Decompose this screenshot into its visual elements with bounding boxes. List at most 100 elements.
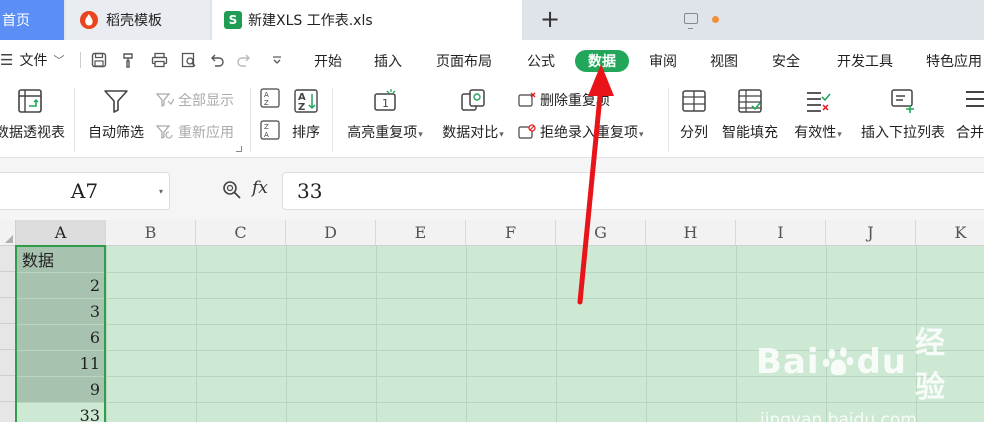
column-header-j[interactable]: J xyxy=(826,220,916,246)
menu-item-special-apps[interactable]: 特色应用 xyxy=(926,50,984,72)
split-column-icon xyxy=(682,90,706,112)
row-header[interactable] xyxy=(0,246,16,272)
tab-spreadsheet-file[interactable]: S 新建XLS 工作表.xls xyxy=(212,0,719,40)
funnel-icon xyxy=(104,90,128,113)
spreadsheet-grid[interactable]: A B C D E F G H I J K 数据 2 3 6 11 9 33 xyxy=(0,220,984,422)
save-icon[interactable] xyxy=(90,51,108,69)
fx-icon[interactable]: fx xyxy=(252,178,268,198)
menu-item-start[interactable]: 开始 xyxy=(306,50,350,72)
menu-item-review[interactable]: 审阅 xyxy=(642,50,684,72)
merge-calculation-button[interactable]: 合并 xyxy=(956,88,984,142)
menu-item-developer[interactable]: 开发工具 xyxy=(830,50,900,72)
grid-line xyxy=(16,402,984,403)
sort-icon: AZ xyxy=(294,89,318,113)
highlight-duplicates-icon: 1 xyxy=(374,89,396,111)
formula-input[interactable]: 33 xyxy=(282,172,984,210)
name-box-dropdown-icon[interactable]: ▾ xyxy=(159,187,163,196)
delete-duplicates-button[interactable]: 删除重复项 xyxy=(518,90,610,110)
menu-item-data[interactable]: 数据 xyxy=(575,50,629,72)
customize-toolbar-icon[interactable] xyxy=(268,51,286,69)
svg-text:A: A xyxy=(264,91,269,99)
auto-filter-label: 自动筛选 xyxy=(88,125,144,141)
ribbon-divider xyxy=(332,88,333,152)
row-header[interactable] xyxy=(0,350,16,376)
column-header-c[interactable]: C xyxy=(196,220,286,246)
column-header-e[interactable]: E xyxy=(376,220,466,246)
tab-home[interactable]: 首页 xyxy=(0,0,64,40)
row-header[interactable] xyxy=(0,298,16,324)
column-header-g[interactable]: G xyxy=(556,220,646,246)
column-header-i[interactable]: I xyxy=(736,220,826,246)
undo-icon[interactable] xyxy=(208,51,226,69)
data-validation-label: 有效性▾ xyxy=(794,125,842,141)
pivot-table-label: 数据透视表 xyxy=(0,125,65,141)
format-painter-icon[interactable] xyxy=(120,51,138,69)
column-header-f[interactable]: F xyxy=(466,220,556,246)
tab-daoke-label: 稻壳模板 xyxy=(106,13,162,29)
insert-dropdown-list-button[interactable]: 插入下拉列表 xyxy=(856,88,950,142)
name-box-value: A7 xyxy=(70,179,99,203)
print-icon[interactable] xyxy=(150,51,168,69)
pivot-table-button[interactable]: 数据透视表 xyxy=(0,88,66,142)
column-header-k[interactable]: K xyxy=(916,220,984,246)
spreadsheet-file-icon: S xyxy=(224,11,242,29)
select-all-corner[interactable] xyxy=(0,220,16,246)
sort-descending-button[interactable]: ZA xyxy=(260,120,280,140)
sort-za-icon: ZA xyxy=(260,120,280,140)
svg-text:Z: Z xyxy=(298,102,305,113)
menu-item-formulas[interactable]: 公式 xyxy=(518,50,564,72)
split-column-button[interactable]: 分列 xyxy=(676,88,712,142)
reject-duplicates-label: 拒绝录入重复项▾ xyxy=(540,125,644,141)
row-header[interactable] xyxy=(0,376,16,402)
cell-a4[interactable]: 6 xyxy=(16,324,106,350)
monitor-icon[interactable] xyxy=(684,13,698,29)
row-header[interactable] xyxy=(0,402,16,422)
row-header[interactable] xyxy=(0,324,16,350)
menu-item-page-layout[interactable]: 页面布局 xyxy=(430,50,498,72)
menu-item-security[interactable]: 安全 xyxy=(764,50,808,72)
zoom-search-icon[interactable] xyxy=(222,180,242,200)
formula-bar: A7 ▾ fx 33 xyxy=(0,158,984,220)
auto-filter-button[interactable]: 自动筛选 xyxy=(84,88,148,142)
data-compare-icon xyxy=(461,89,485,111)
new-tab-button[interactable]: + xyxy=(538,5,562,33)
dialog-launcher-icon[interactable] xyxy=(236,146,242,152)
grid-line xyxy=(16,272,984,273)
row-header[interactable] xyxy=(0,272,16,298)
column-header-d[interactable]: D xyxy=(286,220,376,246)
svg-text:A: A xyxy=(264,131,269,139)
sort-label: 排序 xyxy=(292,125,320,141)
sort-button[interactable]: AZ 排序 xyxy=(288,88,324,142)
tab-daoke-templates[interactable]: 稻壳模板 xyxy=(66,0,210,40)
reject-duplicates-button[interactable]: 拒绝录入重复项▾ xyxy=(518,122,644,142)
cell-a2[interactable]: 2 xyxy=(16,272,106,298)
cell-a5[interactable]: 11 xyxy=(16,350,106,376)
cell-a1[interactable]: 数据 xyxy=(16,246,106,272)
cell-a6[interactable]: 9 xyxy=(16,376,106,402)
show-all-button[interactable]: 全部显示 xyxy=(156,90,234,110)
data-validation-button[interactable]: 有效性▾ xyxy=(790,88,846,142)
reapply-button[interactable]: 重新应用 xyxy=(156,122,234,142)
menu-item-insert[interactable]: 插入 xyxy=(366,50,410,72)
delete-duplicates-icon xyxy=(518,92,536,107)
cell-a3[interactable]: 3 xyxy=(16,298,106,324)
sort-ascending-button[interactable]: AZ xyxy=(260,88,280,108)
highlight-duplicates-button[interactable]: 1 高亮重复项▾ xyxy=(342,88,428,142)
tab-home-label: 首页 xyxy=(2,13,30,29)
ribbon-toolbar: 数据透视表 自动筛选 全部显示 重新应用 AZ ZA AZ 排序 1 高亮重复项… xyxy=(0,80,984,158)
file-menu-button[interactable]: ☰ 文件 ﹀ xyxy=(0,50,64,70)
cell-a7[interactable]: 33 xyxy=(16,402,106,422)
print-preview-icon[interactable] xyxy=(180,51,198,69)
daoke-logo-icon xyxy=(80,11,98,29)
menu-item-view[interactable]: 视图 xyxy=(702,50,746,72)
column-header-b[interactable]: B xyxy=(106,220,196,246)
data-compare-button[interactable]: 数据对比▾ xyxy=(436,88,510,142)
file-menu-label: 文件 xyxy=(19,53,48,69)
unsaved-dot-icon xyxy=(712,16,719,23)
column-header-h[interactable]: H xyxy=(646,220,736,246)
column-header-a[interactable]: A xyxy=(16,220,106,246)
flash-fill-button[interactable]: 智能填充 xyxy=(718,88,782,142)
name-box[interactable]: A7 ▾ xyxy=(0,172,170,210)
redo-icon[interactable] xyxy=(235,51,253,69)
svg-text:Z: Z xyxy=(264,123,269,131)
